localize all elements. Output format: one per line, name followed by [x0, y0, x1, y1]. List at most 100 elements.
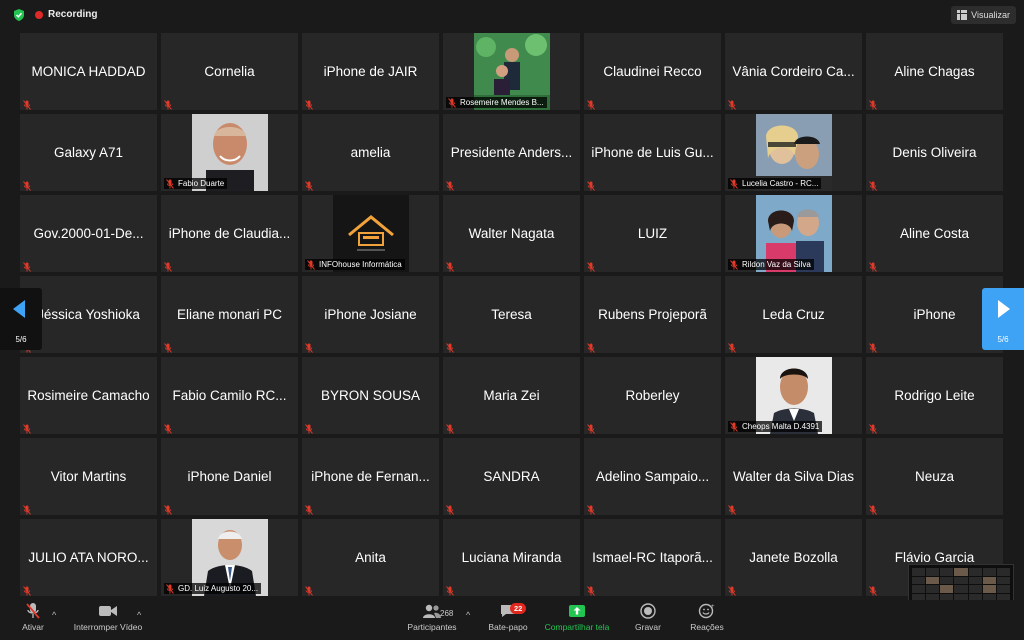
participant-name: Fabio Camilo RC... — [172, 388, 287, 403]
participant-tile[interactable]: INFOhouse Informática — [302, 195, 439, 272]
participant-name: Rildon Vaz da Silva — [742, 260, 811, 269]
participant-tile[interactable]: SANDRA — [443, 438, 580, 515]
muted-mic-icon — [587, 583, 595, 596]
participant-name: SANDRA — [483, 469, 540, 484]
thumbnail-cell — [940, 568, 954, 576]
participant-tile[interactable]: Cornelia — [161, 33, 298, 110]
participant-tile[interactable]: Rodrigo Leite — [866, 357, 1003, 434]
muted-mic-icon — [869, 583, 877, 596]
participant-tile[interactable]: iPhone de Fernan... — [302, 438, 439, 515]
participants-icon — [423, 604, 441, 618]
participant-name: Rosimeire Camacho — [27, 388, 150, 403]
thumbnail-cell — [926, 568, 940, 576]
thumbnail-cell — [954, 585, 968, 594]
thumbnail-cell — [968, 568, 982, 576]
thumbnail-cell — [940, 576, 954, 585]
participant-tile[interactable]: iPhone Josiane — [302, 276, 439, 353]
unmute-button[interactable]: Ativar — [18, 602, 48, 632]
participant-tile[interactable]: iPhone de Luis Gu... — [584, 114, 721, 191]
participant-tile[interactable]: GD. Luiz Augusto 20... — [161, 519, 298, 596]
participant-name: Vânia Cordeiro Ca... — [732, 64, 855, 79]
muted-mic-icon — [164, 502, 172, 515]
participant-tile[interactable]: Maria Zei — [443, 357, 580, 434]
previous-page-button[interactable]: 5/6 — [0, 288, 42, 350]
thumbnail-cell — [912, 568, 926, 576]
participant-tile[interactable]: Roberley — [584, 357, 721, 434]
participant-tile[interactable]: iPhone de JAIR — [302, 33, 439, 110]
page-indicator-right: 5/6 — [997, 335, 1009, 344]
participant-tile[interactable]: Rosemeire Mendes B... — [443, 33, 580, 110]
page-indicator-left: 5/6 — [15, 335, 27, 344]
view-label: Visualizar — [971, 10, 1010, 20]
participant-tile[interactable]: Denis Oliveira — [866, 114, 1003, 191]
participant-tile[interactable]: MONICA HADDAD — [20, 33, 157, 110]
participant-tile[interactable]: Walter Nagata — [443, 195, 580, 272]
thumbnail-cell — [982, 576, 996, 585]
participant-tile[interactable]: Luciana Miranda — [443, 519, 580, 596]
next-page-button[interactable]: 5/6 — [982, 288, 1024, 350]
muted-mic-icon — [164, 340, 172, 353]
recording-indicator[interactable]: Recording — [35, 9, 97, 20]
participants-options-caret-icon[interactable]: ^ — [466, 610, 470, 620]
participant-tile[interactable]: Galaxy A71 — [20, 114, 157, 191]
participant-tile[interactable]: Rosimeire Camacho — [20, 357, 157, 434]
participant-tile[interactable]: Aline Chagas — [866, 33, 1003, 110]
muted-mic-icon — [587, 340, 595, 353]
muted-mic-icon — [166, 584, 174, 594]
share-screen-label: Compartilhar tela — [544, 622, 610, 632]
participant-tile[interactable]: Janete Bozolla — [725, 519, 862, 596]
participant-name: BYRON SOUSA — [320, 388, 421, 403]
participant-tile[interactable]: Fabio Camilo RC... — [161, 357, 298, 434]
share-screen-button[interactable]: Compartilhar tela — [540, 602, 614, 632]
audio-options-caret-icon[interactable]: ^ — [52, 610, 56, 620]
reactions-button[interactable]: + Reações — [686, 602, 728, 632]
record-button[interactable]: Gravar — [630, 602, 666, 632]
participant-name: iPhone Daniel — [187, 469, 272, 484]
participant-name: Walter Nagata — [468, 226, 555, 241]
participant-tile[interactable]: Cheops Malta D.4391 — [725, 357, 862, 434]
participant-tile[interactable]: Presidente Anders... — [443, 114, 580, 191]
participant-tile[interactable]: Rildon Vaz da Silva — [725, 195, 862, 272]
muted-mic-icon — [164, 259, 172, 272]
participant-tile[interactable]: JULIO ATA NORO... — [20, 519, 157, 596]
view-button[interactable]: Visualizar — [951, 6, 1016, 24]
participant-tile[interactable]: LUIZ — [584, 195, 721, 272]
participant-name: Ismael-RC Itaporã... — [592, 550, 713, 565]
participant-tile[interactable]: Neuza — [866, 438, 1003, 515]
participant-tile[interactable]: Adelino Sampaio... — [584, 438, 721, 515]
participant-name: Fabio Duarte — [178, 179, 225, 188]
muted-mic-icon — [587, 178, 595, 191]
participant-tile[interactable]: Vitor Martins — [20, 438, 157, 515]
participant-tile[interactable]: Rubens Projeporã — [584, 276, 721, 353]
top-bar: Recording Visualizar — [0, 0, 1024, 30]
video-options-caret-icon[interactable]: ^ — [137, 610, 141, 620]
participant-tile[interactable]: Vânia Cordeiro Ca... — [725, 33, 862, 110]
muted-mic-icon — [23, 583, 31, 596]
participant-tile[interactable]: Fabio Duarte — [161, 114, 298, 191]
participant-tile[interactable]: iPhone de Claudia... — [161, 195, 298, 272]
participant-tile[interactable]: Aline Costa — [866, 195, 1003, 272]
participant-tile[interactable]: Walter da Silva Dias — [725, 438, 862, 515]
muted-mic-icon — [869, 178, 877, 191]
participant-tile[interactable]: Lucelia Castro - RC... — [725, 114, 862, 191]
participant-tile[interactable]: amelia — [302, 114, 439, 191]
participant-tile[interactable]: BYRON SOUSA — [302, 357, 439, 434]
participant-tile[interactable]: Leda Cruz — [725, 276, 862, 353]
muted-mic-icon — [730, 260, 738, 270]
security-shield-icon[interactable] — [12, 8, 26, 22]
participant-name: Janete Bozolla — [749, 550, 838, 565]
participant-tile[interactable]: Teresa — [443, 276, 580, 353]
participant-tile[interactable]: iPhone Daniel — [161, 438, 298, 515]
smiley-reaction-icon: + — [698, 603, 715, 619]
participant-tile[interactable]: Eliane monari PC — [161, 276, 298, 353]
stop-video-button[interactable]: Interromper Vídeo — [68, 602, 148, 632]
participant-tile[interactable]: Gov.2000-01-De... — [20, 195, 157, 272]
participant-name: amelia — [350, 145, 391, 160]
muted-mic-icon — [587, 502, 595, 515]
muted-mic-icon — [869, 97, 877, 110]
participant-tile[interactable]: Ismael-RC Itaporã... — [584, 519, 721, 596]
participant-name: iPhone de Luis Gu... — [591, 145, 714, 160]
participant-name: Cornelia — [204, 64, 255, 79]
participant-tile[interactable]: Claudinei Recco — [584, 33, 721, 110]
participant-tile[interactable]: Anita — [302, 519, 439, 596]
